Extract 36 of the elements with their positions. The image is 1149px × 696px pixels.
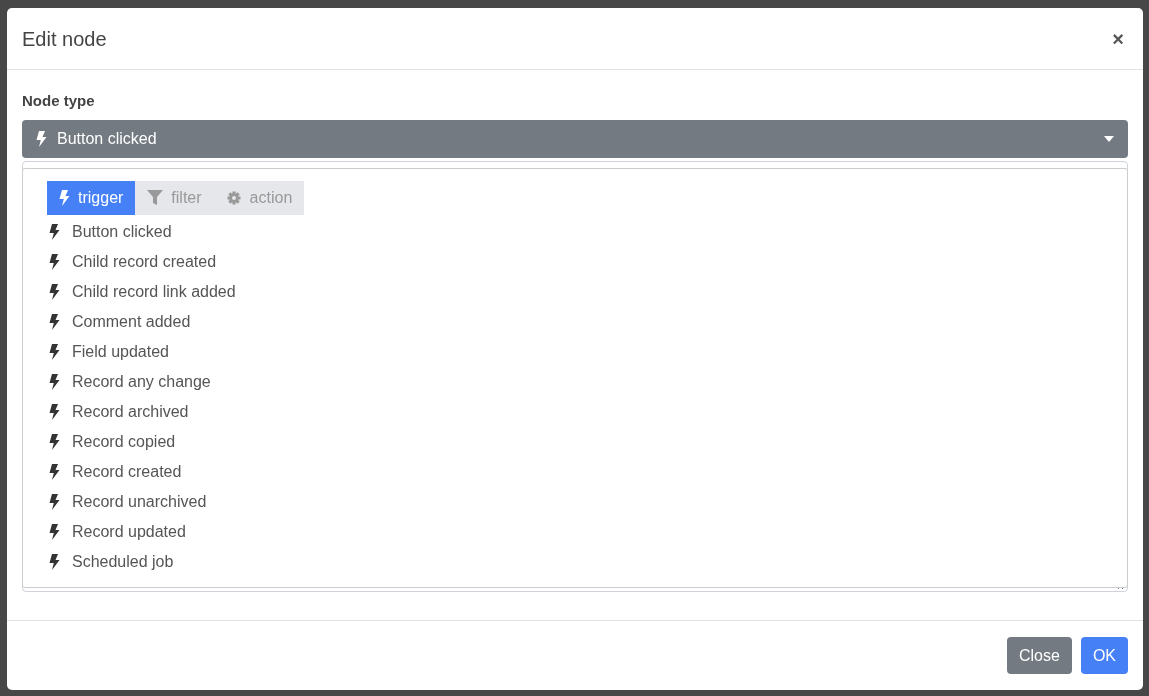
lightning-icon <box>49 344 60 360</box>
menu-item[interactable]: Record archived <box>72 400 189 424</box>
menu-item[interactable]: Record copied <box>72 430 176 454</box>
lightning-icon <box>49 404 60 420</box>
dialog-title: Edit node <box>22 26 107 52</box>
lightning-icon <box>49 554 60 570</box>
lightning-icon <box>49 464 60 480</box>
menu-item[interactable]: Child record created <box>72 250 217 274</box>
lightning-icon <box>49 254 60 270</box>
lightning-icon <box>49 314 60 330</box>
lightning-icon <box>49 374 60 390</box>
menu-item[interactable]: Record created <box>72 460 182 484</box>
lightning-icon <box>36 130 47 147</box>
caret-icon <box>1104 135 1114 142</box>
filter-icon <box>147 190 164 206</box>
node-type-select[interactable]: Button clicked <box>22 119 1128 158</box>
menu-item[interactable]: Record any change <box>72 370 211 394</box>
menu-item[interactable]: Record updated <box>72 520 186 544</box>
menu-item[interactable]: Record unarchived <box>72 490 207 514</box>
settings-icon <box>225 190 242 206</box>
menu-item[interactable]: Comment added <box>72 310 191 334</box>
menu-item[interactable]: Scheduled job <box>72 550 174 574</box>
menu-item[interactable]: Button clicked <box>72 220 172 244</box>
close-button[interactable]: × <box>1108 23 1128 54</box>
close-button[interactable]: Close <box>1006 637 1072 674</box>
lightning-icon <box>49 494 60 510</box>
ok-button[interactable]: OK <box>1080 637 1128 674</box>
lightning-icon <box>49 224 60 240</box>
lightning-icon <box>59 190 70 206</box>
tab[interactable]: trigger <box>47 181 136 215</box>
menu-item[interactable]: Child record link added <box>72 280 236 304</box>
menu-item[interactable]: Field updated <box>72 340 169 364</box>
lightning-icon <box>49 434 60 450</box>
field-label: Node type <box>22 91 95 111</box>
lightning-icon <box>49 284 60 300</box>
lightning-icon <box>49 524 60 540</box>
